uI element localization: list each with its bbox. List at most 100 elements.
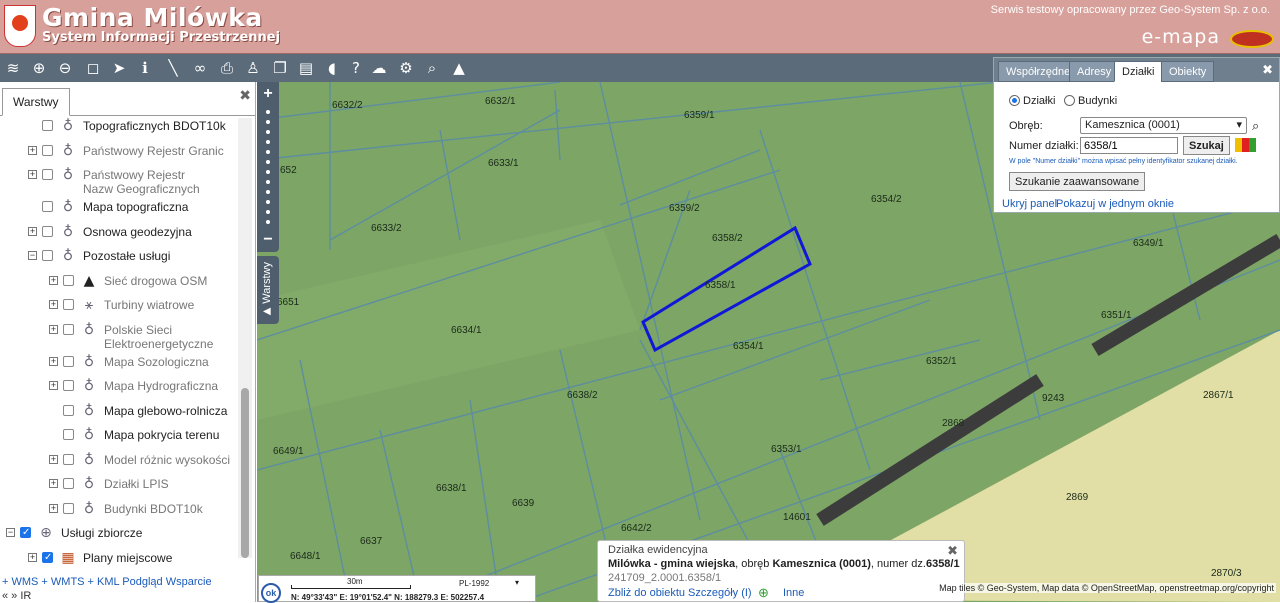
plus-circle-icon[interactable]: ⊕ [758, 585, 769, 601]
cloud-icon[interactable]: ☁ [369, 58, 389, 78]
layer-checkbox[interactable] [42, 225, 53, 237]
zoom-level-dot[interactable] [266, 170, 270, 174]
expand-toggle-icon[interactable]: − [28, 251, 37, 260]
zoom-level-dot[interactable] [266, 160, 270, 164]
crs-select[interactable]: PL-1992 [459, 579, 489, 588]
expand-toggle-icon[interactable]: + [28, 145, 37, 155]
globe-pin-icon: ♁ [62, 223, 74, 240]
zoom-level-dot[interactable] [266, 130, 270, 134]
print-icon[interactable]: ⎙ [217, 58, 237, 78]
legend-yellow-swatch[interactable] [1235, 138, 1242, 152]
layer-checkbox[interactable] [63, 323, 74, 335]
zoom-level-dot[interactable] [266, 180, 270, 184]
chevron-down-icon[interactable]: ▾ [515, 578, 519, 587]
tab-dzialki[interactable]: Działki [1114, 61, 1163, 82]
legend-red-swatch[interactable] [1242, 138, 1249, 152]
zoom-level-dot[interactable] [266, 200, 270, 204]
expand-toggle-icon[interactable]: + [49, 503, 58, 513]
obreb-select[interactable]: Kamesznica (0001) [1080, 117, 1247, 134]
zoom-minus-button[interactable]: − [257, 230, 279, 250]
layer-checkbox[interactable] [42, 120, 53, 131]
sidebar-scrollbar[interactable] [238, 118, 252, 558]
pointer-icon[interactable]: ➤ [109, 58, 129, 78]
layer-checkbox[interactable] [63, 478, 74, 489]
map-attribution: Map tiles © Geo-System, Map data © OpenS… [937, 583, 1276, 593]
expand-toggle-icon[interactable]: + [49, 324, 58, 334]
layer-checkbox[interactable] [63, 404, 74, 416]
info-icon[interactable]: ℹ [135, 58, 155, 78]
expand-toggle-icon[interactable]: + [49, 479, 58, 488]
zoom-level-dot[interactable] [266, 120, 270, 124]
one-window-link[interactable]: Pokazuj w jednym oknie [1056, 198, 1174, 210]
expand-toggle-icon[interactable]: + [49, 300, 58, 309]
zoom-level-dot[interactable] [266, 110, 270, 114]
expand-toggle-icon[interactable]: + [49, 381, 58, 390]
zoom-to-object-link[interactable]: Zbliż do obiektu [608, 587, 685, 599]
radio-budynki[interactable] [1064, 95, 1075, 106]
expand-toggle-icon[interactable]: + [28, 226, 37, 236]
tab-adresy[interactable]: Adresy [1069, 61, 1120, 82]
layer-checkbox[interactable] [63, 299, 74, 310]
zoom-out-icon[interactable]: ⊖ [55, 58, 75, 78]
zoom-in-icon[interactable]: ⊕ [29, 58, 49, 78]
layer-checkbox[interactable] [63, 380, 74, 391]
copy-icon[interactable]: ❐ [270, 58, 290, 78]
zoom-extent-icon[interactable]: ◻ [83, 58, 103, 78]
layer-checkbox[interactable] [42, 169, 53, 180]
layer-checkbox[interactable] [42, 144, 53, 156]
warstwy-side-tab[interactable]: Warstwy ◀ [257, 256, 279, 324]
zoom-level-dot[interactable] [266, 220, 270, 224]
others-link[interactable]: Inne [783, 587, 804, 599]
expand-toggle-icon[interactable]: + [49, 454, 58, 464]
sidebar-nav[interactable]: « » IR [2, 590, 31, 602]
tab-warstwy[interactable]: Warstwy [2, 88, 70, 116]
layers-icon[interactable]: ≋ [3, 58, 23, 78]
zoom-level-dot[interactable] [266, 210, 270, 214]
zoom-level-dot[interactable] [266, 190, 270, 194]
search-icon[interactable]: ⌕ [1252, 118, 1259, 134]
tab-obiekty[interactable]: Obiekty [1161, 61, 1215, 82]
layer-checkbox[interactable] [20, 526, 31, 540]
person-icon[interactable]: ♙ [243, 58, 263, 78]
layer-checkbox[interactable] [42, 250, 53, 261]
expand-toggle-icon[interactable]: + [28, 552, 37, 562]
close-icon[interactable]: ✖ [1262, 62, 1273, 78]
zoom-level-dot[interactable] [266, 150, 270, 154]
layer-checkbox[interactable] [63, 453, 74, 465]
advanced-search-button[interactable]: Szukanie zaawansowane [1009, 172, 1146, 191]
layer-checkbox[interactable] [63, 429, 74, 440]
scrollbar-thumb[interactable] [241, 388, 249, 558]
measure-icon[interactable]: ╲ [163, 58, 183, 78]
globe-pin-icon: ♁ [62, 199, 74, 215]
numer-dzialki-input[interactable] [1080, 137, 1178, 154]
expand-toggle-icon[interactable]: + [28, 170, 37, 179]
help-icon[interactable]: ? [346, 58, 366, 78]
legend-green-swatch[interactable] [1249, 138, 1256, 152]
szukaj-button[interactable]: Szukaj [1183, 136, 1230, 155]
layer-checkbox[interactable] [42, 201, 53, 212]
hide-panel-link[interactable]: Ukryj panel [1002, 198, 1057, 210]
zoom-plus-button[interactable]: + [257, 84, 279, 104]
expand-toggle-icon[interactable]: + [49, 356, 58, 366]
tab-wspolrzedne[interactable]: Współrzędne [998, 61, 1079, 82]
close-icon[interactable]: ✖ [947, 543, 958, 559]
layer-checkbox[interactable] [42, 551, 53, 565]
settings-icon[interactable]: ⚙ [396, 58, 416, 78]
details-link[interactable]: Szczegóły (I) [688, 587, 752, 599]
close-icon[interactable]: ✖ [239, 87, 251, 104]
layer-checkbox[interactable] [63, 355, 74, 367]
expand-toggle-icon[interactable]: + [49, 275, 58, 285]
layer-label: Państwowy Rejestr Granic [83, 143, 224, 158]
layer-checkbox[interactable] [63, 502, 74, 514]
expand-toggle-icon[interactable]: − [6, 528, 15, 537]
ok-button[interactable]: ok [261, 583, 281, 603]
link-icon[interactable]: ∞ [190, 58, 210, 78]
zoom-level-dot[interactable] [266, 140, 270, 144]
layout-icon[interactable]: ▤ [296, 58, 316, 78]
chat-icon[interactable]: ◖ [322, 58, 342, 78]
service-links[interactable]: + WMS + WMTS + KML Podgląd Wsparcie [2, 576, 212, 588]
layer-checkbox[interactable] [63, 274, 74, 286]
road-icon[interactable]: ▲ [449, 58, 469, 78]
search-zoom-icon[interactable]: ⌕ [422, 58, 442, 78]
radio-dzialki[interactable] [1009, 95, 1020, 106]
